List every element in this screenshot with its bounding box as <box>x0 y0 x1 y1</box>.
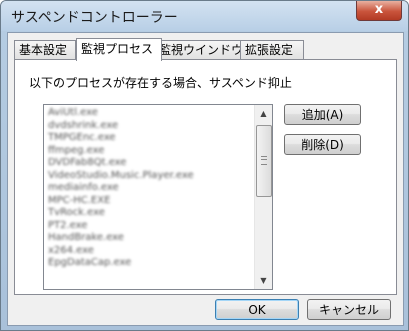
process-listbox[interactable]: AviUtl.exe dvdshrink.exe TMPGEnc.exe ffmpeg… <box>43 104 273 290</box>
list-item[interactable]: VideoStudio.Music.Player.exe <box>48 170 248 183</box>
dialog-window: サスペンドコントローラー x 基本設定 監視プロセス 監視ウインドウ 拡張設定 … <box>0 0 409 331</box>
dialog-client-area: 基本設定 監視プロセス 監視ウインドウ 拡張設定 以下のプロセスが存在する場合、… <box>7 32 404 326</box>
tab-panel: 以下のプロセスが存在する場合、サスペンド抑止 AviUtl.exe dvdshri… <box>14 59 397 295</box>
list-item[interactable]: EpgDataCap.exe <box>48 257 248 270</box>
list-item[interactable]: x264.exe <box>48 245 248 258</box>
list-item[interactable]: mediainfo.exe <box>48 182 248 195</box>
close-button[interactable]: x <box>356 1 402 21</box>
list-item[interactable]: MPC-HC.EXE <box>48 195 248 208</box>
tab-monitored-processes[interactable]: 監視プロセス <box>76 38 162 61</box>
title-bar[interactable]: サスペンドコントローラー x <box>1 1 408 31</box>
scroll-thumb[interactable] <box>256 125 272 197</box>
list-item[interactable]: AviUtl.exe <box>48 107 248 120</box>
list-item[interactable]: TvRock.exe <box>48 207 248 220</box>
add-button[interactable]: 追加(A) <box>284 104 361 125</box>
scroll-down-arrow-icon[interactable]: ▼ <box>255 272 272 289</box>
tab-basic-settings[interactable]: 基本設定 <box>14 40 76 60</box>
window-title: サスペンドコントローラー <box>11 10 178 26</box>
tab-monitored-windows[interactable]: 監視ウインドウ <box>154 40 246 60</box>
description-label: 以下のプロセスが存在する場合、サスペンド抑止 <box>29 76 292 90</box>
cancel-button[interactable]: キャンセル <box>307 299 391 320</box>
list-item[interactable]: dvdshrink.exe <box>48 120 248 133</box>
delete-button[interactable]: 削除(D) <box>284 134 361 155</box>
ok-button[interactable]: OK <box>215 299 299 320</box>
tab-extended-settings[interactable]: 拡張設定 <box>240 40 304 60</box>
grip-icon <box>261 156 267 165</box>
process-list: AviUtl.exe dvdshrink.exe TMPGEnc.exe ffmpeg… <box>48 107 248 270</box>
list-item[interactable]: DVDFab8Qt.exe <box>48 157 248 170</box>
list-item[interactable]: ffmpeg.exe <box>48 145 248 158</box>
list-item[interactable]: TMPGEnc.exe <box>48 132 248 145</box>
scroll-up-arrow-icon[interactable]: ▲ <box>255 105 272 122</box>
list-item[interactable]: PT2.exe <box>48 220 248 233</box>
vertical-scrollbar[interactable]: ▲ ▼ <box>254 105 272 289</box>
list-item[interactable]: HandBrake.exe <box>48 232 248 245</box>
